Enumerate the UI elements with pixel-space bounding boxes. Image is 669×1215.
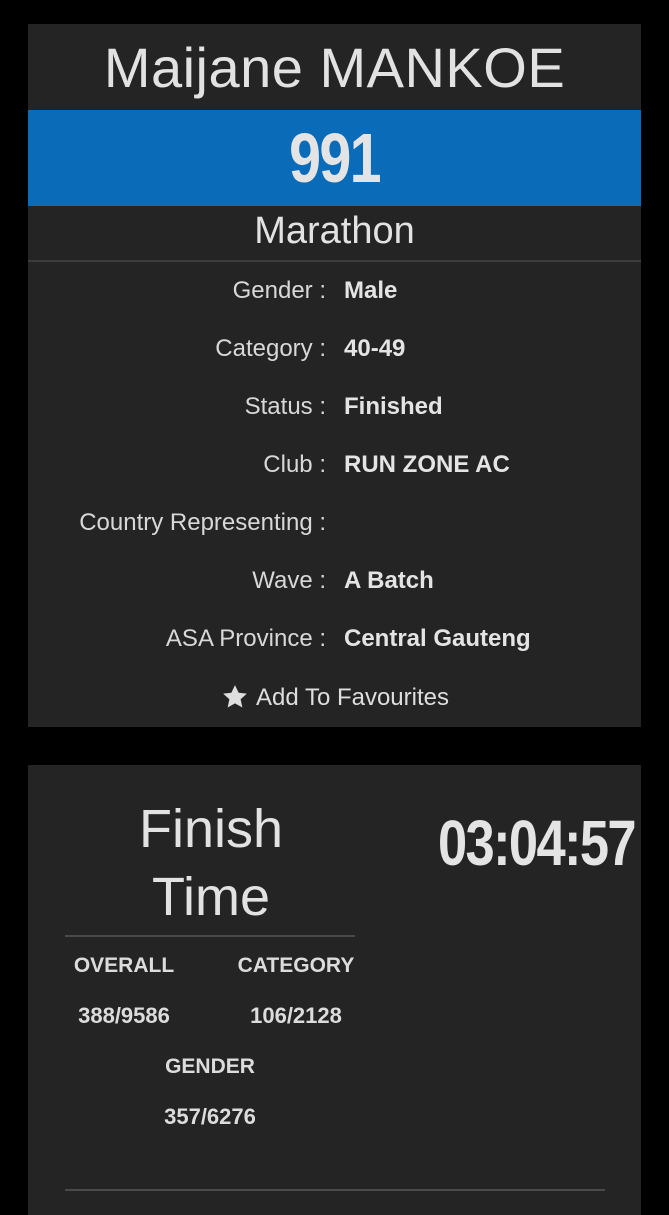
info-row-country: Country Representing : xyxy=(28,503,641,543)
gender-label: GENDER xyxy=(165,1055,255,1078)
info-value: A Batch xyxy=(344,567,434,594)
info-row-category: Category : 40-49 xyxy=(28,329,641,369)
info-row-province: ASA Province : Central Gauteng xyxy=(28,619,641,659)
info-label: Country Representing : xyxy=(79,509,326,536)
bib-number: 991 xyxy=(289,119,381,197)
race-name: Marathon xyxy=(254,210,415,252)
divider xyxy=(65,1189,605,1191)
add-to-favourites-label: Add To Favourites xyxy=(256,684,449,711)
athlete-card: Maijane MANKOE 991 Marathon Gender : Mal… xyxy=(28,24,641,727)
overall-label: OVERALL xyxy=(73,954,175,977)
info-value: Finished xyxy=(344,393,443,420)
info-label: Status : xyxy=(244,393,326,420)
finish-time-label: Finish Time xyxy=(64,795,358,931)
info-value: Central Gauteng xyxy=(344,625,531,652)
info-label: Gender : xyxy=(232,277,326,304)
info-value: Male xyxy=(344,277,398,304)
info-row-status: Status : Finished xyxy=(28,387,641,427)
athlete-name: Maijane MANKOE xyxy=(103,36,566,99)
info-label: ASA Province : xyxy=(165,625,326,652)
gender-value: 357/6276 xyxy=(164,1104,256,1129)
info-row-club: Club : RUN ZONE AC xyxy=(28,445,641,485)
finish-time-value: 03:04:57 xyxy=(438,807,637,879)
category-label: CATEGORY xyxy=(237,954,355,977)
divider xyxy=(28,260,641,262)
finish-label-line1: Finish xyxy=(138,799,284,859)
finish-label-line2: Time xyxy=(152,867,270,927)
info-label: Wave : xyxy=(252,567,326,594)
info-value: RUN ZONE AC xyxy=(344,451,510,478)
add-to-favourites-button[interactable]: Add To Favourites xyxy=(28,678,641,718)
star-icon xyxy=(220,682,250,712)
result-card: Finish Time 03:04:57 OVERALL CATEGORY 38… xyxy=(28,765,641,1215)
category-value: 106/2128 xyxy=(250,1003,342,1028)
divider xyxy=(65,935,355,937)
overall-value: 388/9586 xyxy=(78,1003,170,1028)
info-row-wave: Wave : A Batch xyxy=(28,561,641,601)
info-row-gender: Gender : Male xyxy=(28,271,641,311)
info-label: Club : xyxy=(263,451,326,478)
info-value: 40-49 xyxy=(344,335,406,362)
info-label: Category : xyxy=(215,335,326,362)
bib-bar: 991 xyxy=(28,110,641,206)
